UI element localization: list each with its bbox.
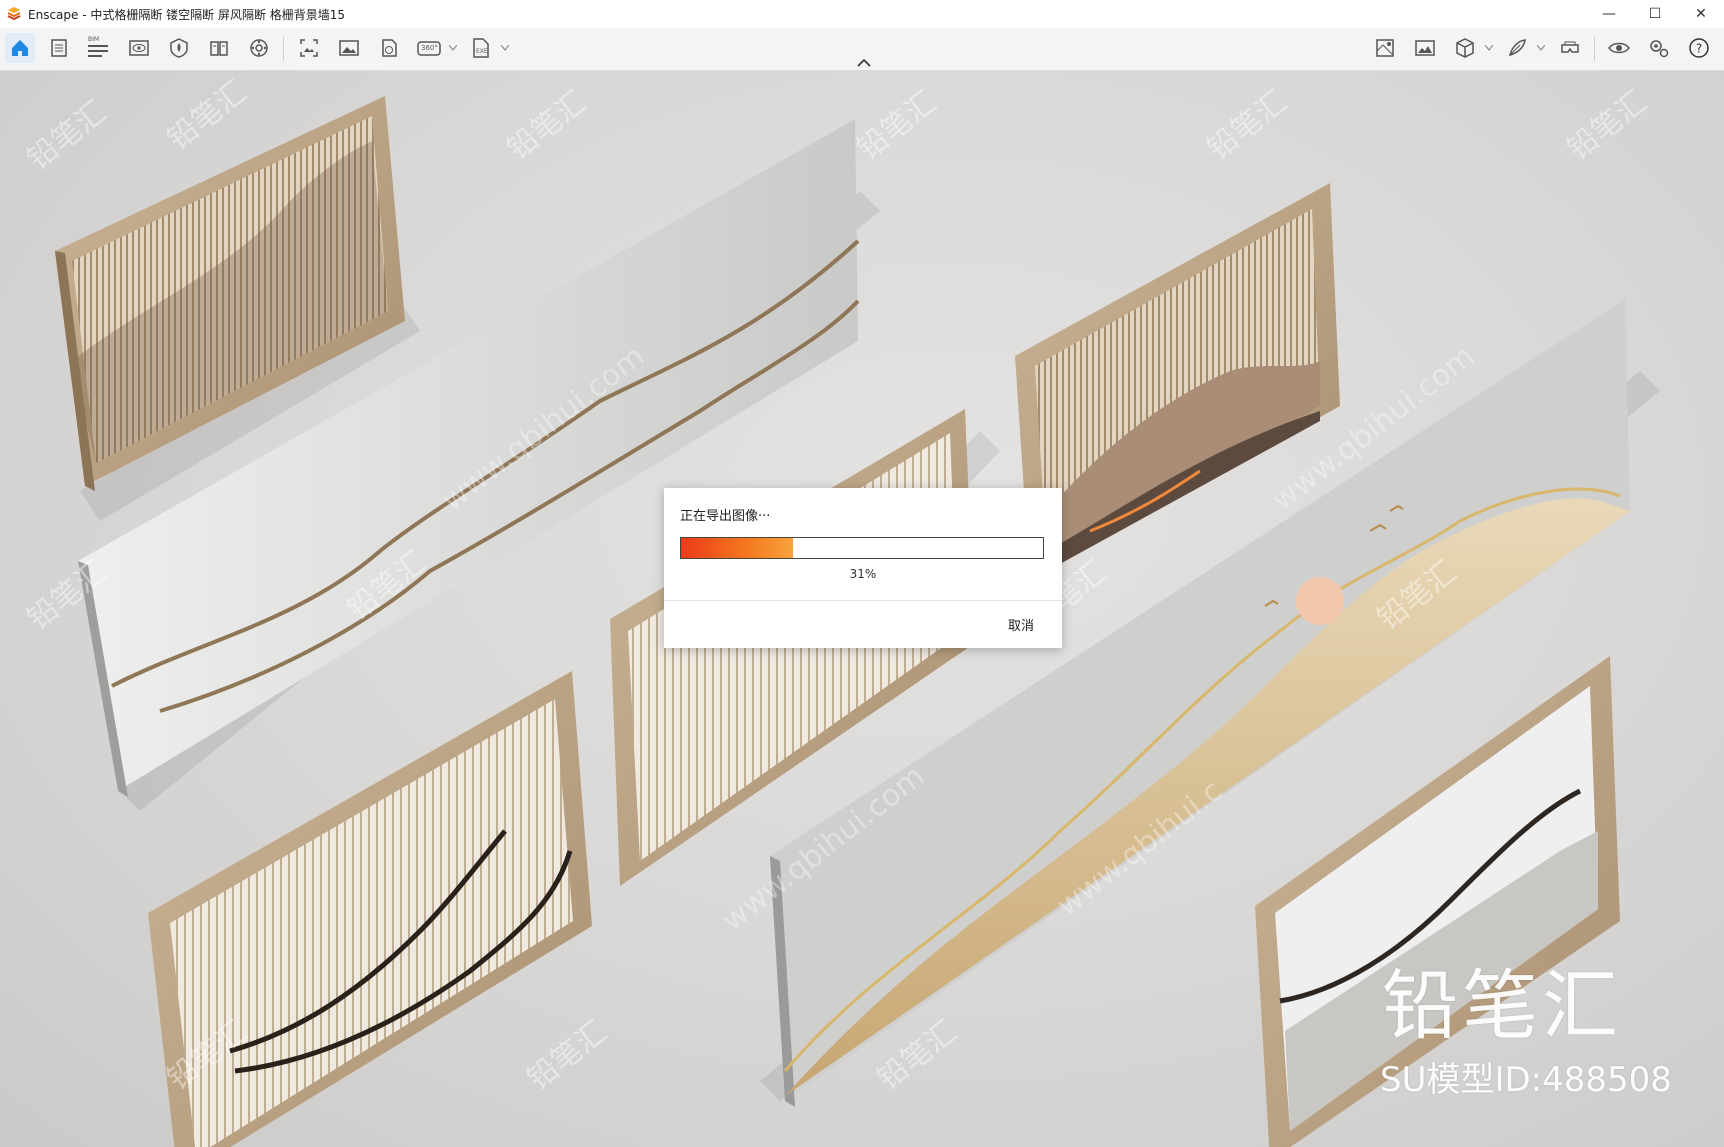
capture-screenshot-icon [300, 39, 318, 57]
close-button[interactable]: ✕ [1678, 0, 1724, 28]
eye-icon [1608, 42, 1630, 54]
minimize-icon: — [1602, 6, 1616, 22]
video-360-button[interactable]: 360° [414, 33, 444, 63]
visual-settings-icon [129, 40, 149, 56]
asset-library-button[interactable] [164, 33, 194, 63]
vr-headset-icon [1561, 41, 1579, 53]
cancel-button[interactable]: 取消 [1008, 615, 1034, 634]
gears-icon [1650, 40, 1669, 58]
bim-label: BIM [88, 36, 100, 43]
svg-text:?: ? [1696, 42, 1702, 56]
exe-dropdown-caret[interactable] [500, 40, 510, 56]
watermark-model-id: SU模型ID:488508 [1380, 1060, 1672, 1100]
panorama-button[interactable] [374, 33, 404, 63]
views-icon [51, 39, 67, 57]
chevron-down-icon [449, 45, 457, 51]
eye-button[interactable] [1604, 33, 1634, 63]
visual-settings-button[interactable] [124, 33, 154, 63]
image-export-icon [339, 40, 359, 56]
toolbar-separator [283, 37, 284, 61]
exe-export-icon: EXE [470, 37, 492, 59]
help-icon: ? [1689, 38, 1709, 58]
video-dropdown-caret[interactable] [448, 40, 458, 56]
video-360-label: 360° [421, 44, 438, 52]
help-button[interactable]: ? [1684, 33, 1714, 63]
screenshot-button[interactable] [294, 33, 324, 63]
image-export-button[interactable] [334, 33, 364, 63]
views-button[interactable] [44, 33, 74, 63]
bim-button[interactable]: BIM [84, 33, 114, 63]
feather-dropdown-caret[interactable] [1536, 40, 1546, 56]
settings-wheel-icon [250, 39, 268, 57]
window-title: Enscape - 中式格栅隔断 镂空隔断 屏风隔断 格栅背景墙15 [28, 7, 346, 22]
maximize-icon: ☐ [1648, 6, 1662, 22]
video-360-icon: 360° [416, 37, 442, 59]
progress-percent: 31% [849, 567, 877, 581]
toolbar-separator [1594, 37, 1595, 61]
close-icon: ✕ [1695, 6, 1707, 22]
home-button[interactable] [5, 33, 35, 63]
exe-label: EXE [476, 48, 488, 55]
chevron-down-icon [1537, 45, 1545, 51]
feather-button[interactable] [1502, 33, 1532, 63]
bim-icon: BIM [87, 36, 111, 60]
gallery-icon [1415, 40, 1435, 56]
exe-export-button[interactable]: EXE [466, 33, 496, 63]
asset-library-icon [170, 38, 188, 58]
export-progress-bar [680, 537, 1044, 559]
cube-dropdown-caret[interactable] [1484, 40, 1494, 56]
minimize-button[interactable]: — [1586, 0, 1632, 28]
maximize-button[interactable]: ☐ [1632, 0, 1678, 28]
feather-icon [1508, 39, 1526, 57]
title-bar: Enscape - 中式格栅隔断 镂空隔断 屏风隔断 格栅背景墙15 — ☐ ✕ [0, 0, 1724, 29]
vr-headset-button[interactable] [1555, 33, 1585, 63]
watermark-brand: 铅笔汇 [1382, 961, 1622, 1050]
gallery-button[interactable] [1410, 33, 1440, 63]
home-icon [12, 40, 28, 56]
map-icon [1376, 39, 1394, 57]
cube-icon [1456, 38, 1474, 58]
window-controls: — ☐ ✕ [1586, 0, 1724, 28]
chevron-down-icon [1485, 45, 1493, 51]
chevron-down-icon [501, 45, 509, 51]
collapse-toolbar-chevron-icon[interactable] [856, 58, 872, 68]
material-icon [210, 41, 228, 56]
export-progress-dialog: 正在导出图像··· 31% 取消 [664, 488, 1062, 648]
material-editor-button[interactable] [204, 33, 234, 63]
progress-bar-fill [681, 538, 794, 558]
cube-button[interactable] [1450, 33, 1480, 63]
settings-wheel-button[interactable] [244, 33, 274, 63]
settings-button[interactable] [1644, 33, 1674, 63]
enscape-logo-icon [7, 7, 21, 21]
panorama-icon [382, 39, 397, 57]
dialog-divider [664, 600, 1062, 601]
dialog-title: 正在导出图像··· [680, 509, 771, 524]
map-button[interactable] [1370, 33, 1400, 63]
